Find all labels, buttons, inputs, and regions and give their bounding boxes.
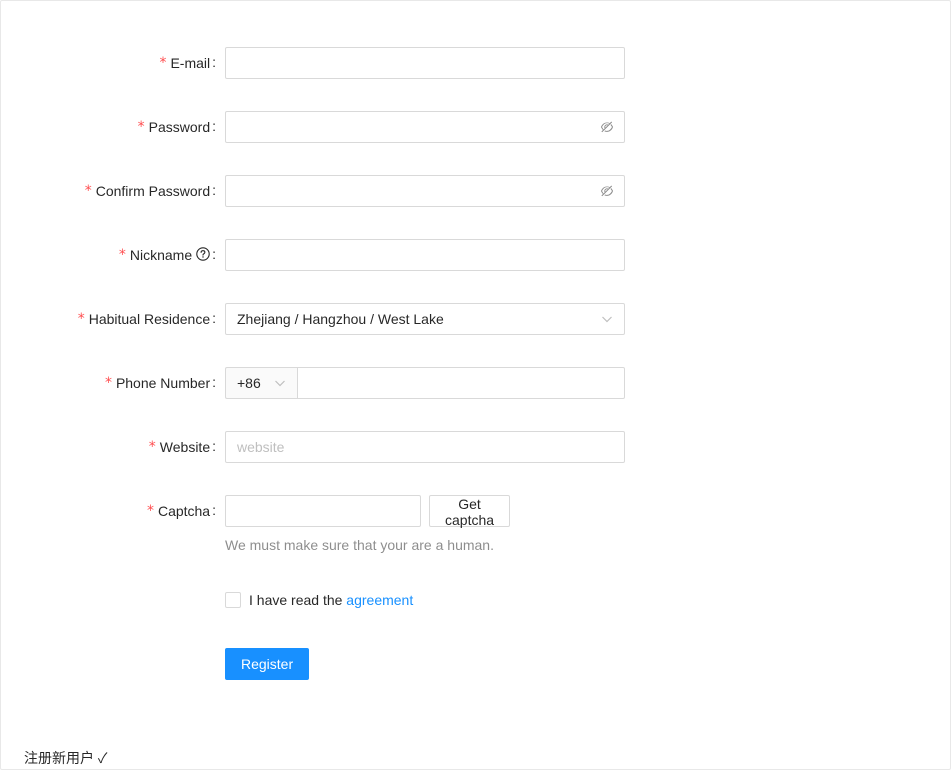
agreement-prefix-text: I have read the	[249, 592, 343, 608]
confirm-password-affix-wrapper	[225, 175, 625, 207]
phone-input-group: +86	[225, 367, 625, 399]
residence-label-text: Habitual Residence	[88, 311, 211, 327]
agreement-checkbox[interactable]	[225, 592, 241, 608]
agreement-checkbox-wrapper[interactable]: I have read the agreement	[225, 592, 413, 608]
nickname-label-text: Nickname	[129, 247, 193, 263]
label-colon: :	[212, 374, 216, 390]
agreement-text: I have read the agreement	[249, 592, 413, 608]
password-label: * Password :	[138, 111, 216, 143]
label-colon: :	[212, 502, 216, 518]
form-item-residence: * Habitual Residence : Zhejiang / Hangzh…	[0, 303, 952, 335]
captcha-control: Get captcha	[225, 495, 511, 528]
required-mark: *	[84, 183, 92, 199]
email-control	[225, 47, 625, 79]
chevron-down-icon	[602, 316, 612, 323]
residence-label: * Habitual Residence :	[78, 303, 216, 335]
email-label: * E-mail :	[159, 47, 216, 79]
label-colon: :	[212, 310, 216, 326]
required-mark: *	[146, 503, 154, 519]
form-item-email: * E-mail :	[0, 47, 952, 79]
form-item-password: * Password :	[0, 111, 952, 143]
nickname-label: * Nickname :	[119, 239, 216, 271]
captcha-label: * Captcha :	[147, 495, 216, 527]
phone-label-text: Phone Number	[115, 375, 211, 391]
email-label-text: E-mail	[170, 55, 211, 71]
label-colon: :	[212, 246, 216, 262]
email-input[interactable]	[225, 47, 625, 79]
confirm-password-label-text: Confirm Password	[95, 183, 211, 199]
phone-prefix-select[interactable]: +86	[225, 367, 297, 399]
register-button[interactable]: Register	[225, 648, 310, 680]
label-colon: :	[212, 182, 216, 198]
confirm-password-control	[225, 175, 625, 207]
website-label: * Website :	[149, 431, 216, 463]
eye-invisible-icon[interactable]	[600, 120, 614, 134]
label-colon: :	[212, 54, 216, 70]
form-item-register: Register	[0, 648, 952, 680]
password-affix-wrapper	[225, 111, 625, 143]
captcha-input[interactable]	[225, 495, 421, 527]
section-title: 注册新用户 ✓	[24, 750, 108, 766]
password-label-text: Password	[148, 119, 211, 135]
phone-label: * Phone Number :	[105, 367, 216, 399]
website-input[interactable]	[225, 431, 625, 463]
password-control	[225, 111, 625, 143]
form-item-website: * Website :	[0, 431, 952, 463]
nickname-control	[225, 239, 625, 271]
form-item-confirm-password: * Confirm Password :	[0, 175, 952, 207]
get-captcha-button[interactable]: Get captcha	[429, 495, 511, 528]
agreement-link[interactable]: agreement	[346, 592, 413, 608]
required-mark: *	[148, 439, 156, 455]
nickname-input[interactable]	[225, 239, 625, 271]
label-colon: :	[212, 118, 216, 134]
required-mark: *	[77, 311, 85, 327]
website-label-text: Website	[159, 439, 211, 455]
captcha-help-text: We must make sure that your are a human.	[225, 537, 494, 553]
captcha-label-text: Captcha	[157, 503, 211, 519]
required-mark: *	[137, 119, 145, 135]
question-circle-icon[interactable]	[196, 247, 210, 261]
form-item-nickname: * Nickname :	[0, 239, 952, 271]
required-mark: *	[159, 55, 167, 71]
password-input[interactable]	[225, 111, 625, 143]
form-item-phone: * Phone Number : +86	[0, 367, 952, 399]
residence-cascader[interactable]: Zhejiang / Hangzhou / West Lake	[225, 303, 625, 335]
website-control	[225, 431, 625, 463]
label-colon: :	[212, 438, 216, 454]
phone-input[interactable]	[297, 367, 625, 399]
required-mark: *	[118, 247, 126, 263]
required-mark: *	[104, 375, 112, 391]
form-item-captcha: * Captcha : Get captcha	[0, 495, 952, 528]
chevron-down-icon	[275, 380, 285, 387]
phone-prefix-value: +86	[237, 375, 261, 391]
eye-invisible-icon[interactable]	[600, 184, 614, 198]
confirm-password-label: * Confirm Password :	[85, 175, 216, 207]
residence-control: Zhejiang / Hangzhou / West Lake	[225, 303, 625, 335]
phone-control: +86	[225, 367, 625, 399]
residence-value: Zhejiang / Hangzhou / West Lake	[237, 311, 444, 327]
confirm-password-input[interactable]	[225, 175, 625, 207]
